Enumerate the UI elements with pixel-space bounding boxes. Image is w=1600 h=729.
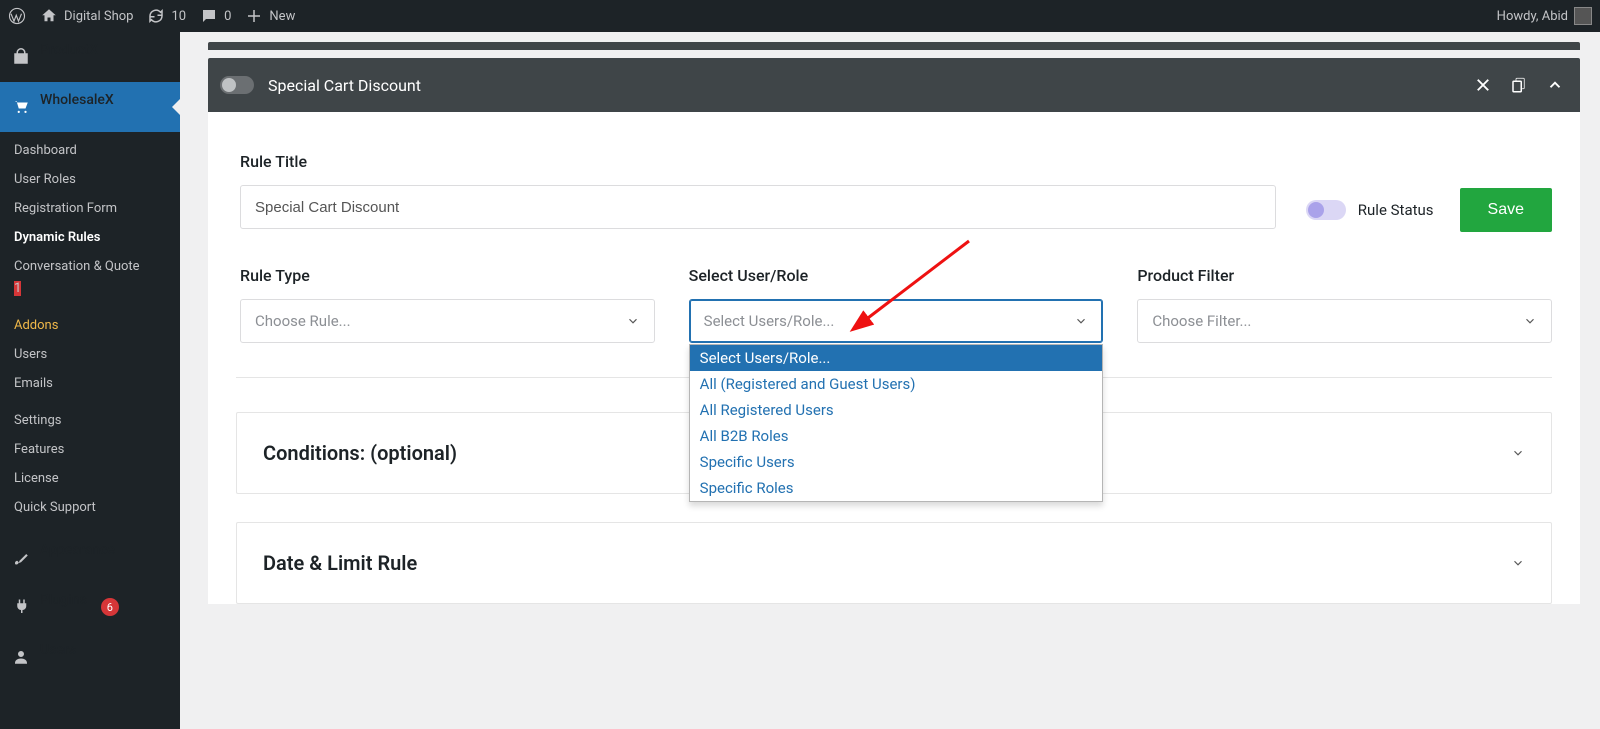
accordion-date-limit[interactable]: Date & Limit Rule	[236, 522, 1552, 604]
row-selects: Rule Type Choose Rule... Select User/Rol…	[236, 266, 1552, 343]
rule-status-label: Rule Status	[1358, 201, 1434, 219]
rule-bar-left: Special Cart Discount	[220, 76, 421, 95]
user-icon	[12, 648, 30, 666]
rule-panel: Rule Title Rule Status Save Rule Type	[208, 112, 1580, 604]
user-role-label: Select User/Role	[689, 266, 1104, 285]
notification-badge: 1	[14, 281, 21, 296]
sub-dynamic-rules[interactable]: Dynamic Rules	[0, 223, 180, 252]
col-rule-type: Rule Type Choose Rule...	[240, 266, 655, 343]
dropdown-option[interactable]: All Registered Users	[690, 397, 1103, 423]
chevron-down-icon	[1523, 314, 1537, 328]
sub-user-roles[interactable]: User Roles	[0, 165, 180, 194]
brush-icon	[12, 548, 30, 566]
site-link[interactable]: Digital Shop	[40, 7, 133, 25]
dropdown-option[interactable]: Specific Users	[690, 449, 1103, 475]
sub-conversation-quote[interactable]: Conversation & Quote	[0, 252, 180, 281]
wp-logo-icon[interactable]	[8, 7, 26, 25]
menu-users[interactable]: Users	[0, 632, 180, 682]
product-filter-select[interactable]: Choose Filter...	[1137, 299, 1552, 343]
rule-status-toggle[interactable]	[1306, 200, 1346, 220]
admin-bar-right: Howdy, Abid	[1497, 7, 1592, 25]
sub-license[interactable]: License	[0, 464, 180, 493]
rule-title-input[interactable]	[240, 185, 1276, 229]
plugins-badge: 6	[101, 598, 119, 616]
rule-bar-title: Special Cart Discount	[268, 76, 421, 95]
comments-count: 0	[224, 9, 231, 24]
rule-title-label: Rule Title	[240, 152, 1276, 171]
sub-conversation-badge-row: 1	[0, 281, 180, 303]
sub-quick-support[interactable]: Quick Support	[0, 493, 180, 522]
row-title-save: Rule Title Rule Status Save	[236, 142, 1552, 232]
sub-settings[interactable]: Settings	[0, 406, 180, 435]
menu-appearance[interactable]: Appearance	[0, 532, 180, 582]
copy-icon[interactable]	[1510, 76, 1528, 94]
menu-label: Users	[40, 642, 76, 658]
site-name: Digital Shop	[64, 9, 133, 24]
col-rule-title: Rule Title	[236, 152, 1276, 229]
menu-label: Appearance	[40, 542, 115, 558]
admin-sidebar: ProductX WholesaleX Dashboard User Roles…	[0, 32, 180, 729]
rule-bar: Special Cart Discount	[208, 58, 1580, 112]
top-strip	[208, 42, 1580, 50]
chevron-down-icon	[1511, 556, 1525, 570]
user-role-dropdown: Select Users/Role...All (Registered and …	[689, 344, 1104, 502]
rule-type-label: Rule Type	[240, 266, 655, 285]
sub-dashboard[interactable]: Dashboard	[0, 136, 180, 165]
menu-wholesalex[interactable]: WholesaleX	[0, 82, 180, 132]
canvas: Special Cart Discount	[208, 42, 1580, 604]
new-label: New	[269, 9, 295, 24]
updates-link[interactable]: 10	[147, 7, 186, 25]
menu-label: Plugins	[40, 592, 87, 608]
user-role-select[interactable]: Select Users/Role...	[689, 299, 1104, 343]
chevron-down-icon	[1074, 314, 1088, 328]
menu-label: WholesaleX	[40, 92, 114, 108]
dropdown-option[interactable]: Specific Roles	[690, 475, 1103, 501]
menu-productx[interactable]: ProductX	[0, 32, 180, 82]
main-content: Special Cart Discount	[180, 32, 1600, 729]
collapse-icon[interactable]	[1546, 76, 1564, 94]
product-filter-value: Choose Filter...	[1152, 312, 1251, 330]
menu-plugins[interactable]: Plugins 6	[0, 582, 180, 632]
rule-enable-toggle[interactable]	[220, 76, 254, 94]
accordion-title: Date & Limit Rule	[263, 551, 417, 575]
admin-bar: Digital Shop 10 0 New Howdy, Abid	[0, 0, 1600, 32]
menu-label: ProductX	[40, 42, 98, 58]
product-filter-label: Product Filter	[1137, 266, 1552, 285]
admin-bar-left: Digital Shop 10 0 New	[8, 7, 295, 25]
sub-emails[interactable]: Emails	[0, 369, 180, 398]
chevron-down-icon	[1511, 446, 1525, 460]
rule-status-wrap: Rule Status	[1306, 200, 1434, 220]
accordion-title: Conditions: (optional)	[263, 441, 457, 465]
chevron-down-icon	[626, 314, 640, 328]
save-button[interactable]: Save	[1460, 188, 1552, 232]
col-user-role: Select User/Role Select Users/Role... Se…	[689, 266, 1104, 343]
user-role-value: Select Users/Role...	[704, 312, 835, 330]
rule-bar-actions	[1474, 76, 1564, 94]
submenu-wholesalex: Dashboard User Roles Registration Form D…	[0, 132, 180, 532]
comments-link[interactable]: 0	[200, 7, 231, 25]
rule-type-value: Choose Rule...	[255, 312, 351, 330]
col-product-filter: Product Filter Choose Filter...	[1137, 266, 1552, 343]
dropdown-option[interactable]: Select Users/Role...	[690, 345, 1103, 371]
dropdown-option[interactable]: All (Registered and Guest Users)	[690, 371, 1103, 397]
avatar-icon	[1574, 7, 1592, 25]
cart-icon	[12, 98, 30, 116]
dropdown-option[interactable]: All B2B Roles	[690, 423, 1103, 449]
plug-icon	[12, 598, 30, 616]
sub-features[interactable]: Features	[0, 435, 180, 464]
updates-count: 10	[171, 9, 186, 24]
new-link[interactable]: New	[245, 7, 295, 25]
col-actions: Rule Status Save	[1306, 152, 1552, 232]
sub-users[interactable]: Users	[0, 340, 180, 369]
close-icon[interactable]	[1474, 76, 1492, 94]
sub-addons[interactable]: Addons	[0, 311, 180, 340]
howdy-text: Howdy, Abid	[1497, 9, 1568, 24]
shell: ProductX WholesaleX Dashboard User Roles…	[0, 32, 1600, 729]
bag-icon	[12, 48, 30, 66]
rule-type-select[interactable]: Choose Rule...	[240, 299, 655, 343]
howdy-link[interactable]: Howdy, Abid	[1497, 7, 1592, 25]
sub-registration-form[interactable]: Registration Form	[0, 194, 180, 223]
